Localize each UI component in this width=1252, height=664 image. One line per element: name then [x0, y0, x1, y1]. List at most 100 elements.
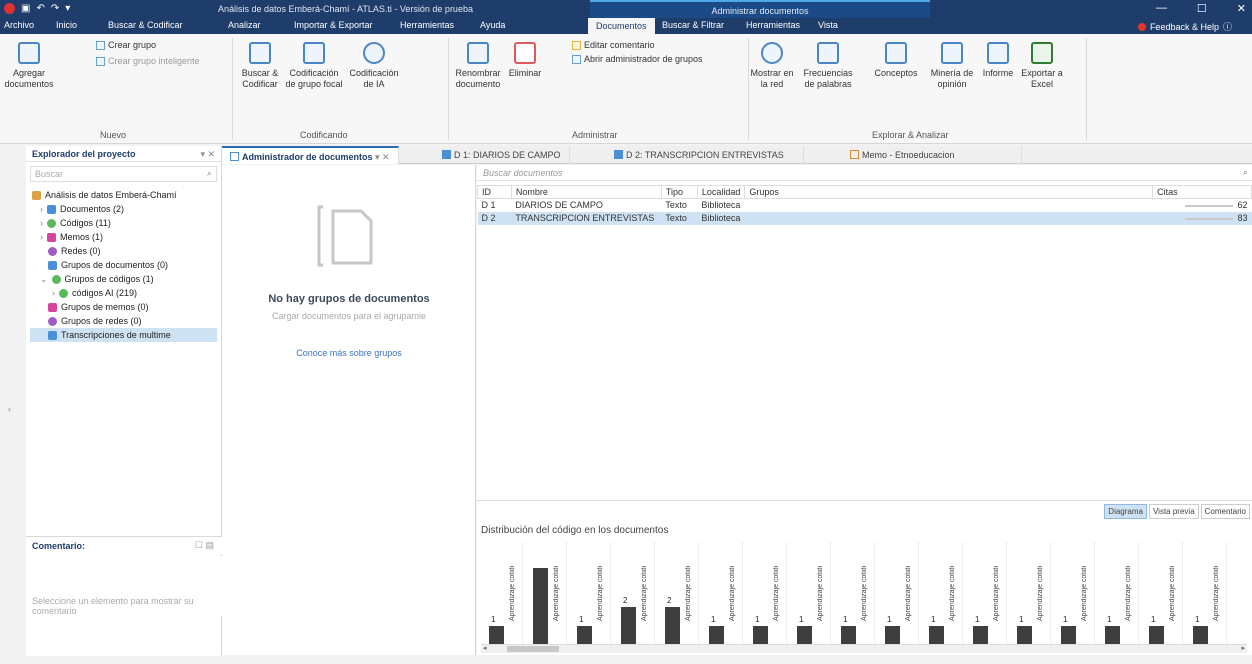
collapse-arrow-icon[interactable]: ‹ [8, 404, 11, 414]
tab-memo[interactable]: Memo - Etnoeducacion [842, 146, 1022, 164]
column-header-location[interactable]: Localidad [696, 185, 746, 199]
cell-id: D 2 [477, 211, 512, 225]
chart-bar[interactable] [621, 607, 636, 646]
chart-bar[interactable] [489, 626, 504, 646]
close-button[interactable]: ✕ [1237, 2, 1246, 15]
tree-node-documents[interactable]: › Documentos (2) [30, 202, 217, 216]
menu-documentos[interactable]: Documentos [588, 18, 655, 34]
menu-vista[interactable]: Vista [818, 20, 838, 30]
chart-bar[interactable] [1061, 626, 1076, 646]
create-group-button[interactable]: Crear grupo [96, 40, 156, 50]
chart-bar[interactable] [1193, 626, 1208, 646]
column-header-name[interactable]: Nombre [510, 185, 662, 199]
chart-scrollbar[interactable]: ◂ ▸ [481, 644, 1247, 653]
project-search-input[interactable]: Buscar ⌕ [30, 166, 217, 182]
focus-group-coding-button[interactable]: Codificación de grupo focal [284, 42, 344, 90]
chart-bar[interactable] [929, 626, 944, 646]
create-group-label: Crear grupo [108, 40, 157, 50]
ribbon-group-explorar: Explorar & Analizar [872, 130, 949, 140]
tree-node-project[interactable]: Análisis de datos Emberá-Chamí [30, 188, 217, 202]
chart-bar[interactable] [1105, 626, 1120, 646]
scroll-left-icon[interactable]: ◂ [483, 644, 487, 652]
edit-comment-button[interactable]: Editar comentario [572, 40, 655, 50]
create-smart-group-button[interactable]: Crear grupo inteligente [96, 56, 200, 66]
minimize-button[interactable]: — [1156, 2, 1167, 15]
show-network-button[interactable]: Mostrar en la red [750, 42, 794, 90]
scroll-right-icon[interactable]: ▸ [1241, 644, 1245, 652]
learn-groups-link[interactable]: Conoce más sobre grupos [222, 348, 476, 358]
table-row[interactable]: D 2 TRANSCRIPCION ENTREVISTAS Texto Bibl… [477, 211, 1252, 225]
column-header-type[interactable]: Tipo [660, 185, 698, 199]
open-group-admin-button[interactable]: Abrir administrador de grupos [572, 54, 703, 64]
chart-category-label: Aprendizaje cotidi [949, 565, 956, 621]
save-icon[interactable]: ▣ [21, 3, 30, 14]
word-frequencies-button[interactable]: Frecuencias de palabras [800, 42, 856, 90]
menu-ayuda[interactable]: Ayuda [480, 20, 505, 30]
undo-icon[interactable]: ↶ [36, 3, 44, 14]
chart-bar[interactable] [841, 626, 856, 646]
chart-bar[interactable] [533, 568, 548, 646]
chart-bar[interactable] [973, 626, 988, 646]
maximize-button[interactable]: ☐ [1197, 2, 1207, 15]
menu-importar-exportar[interactable]: Importar & Exportar [294, 20, 373, 30]
customize-icon[interactable]: ▾ [65, 3, 70, 14]
column-header-id[interactable]: ID [477, 185, 512, 199]
tab-close-icon[interactable]: ▾ ✕ [375, 152, 390, 162]
networks-icon [48, 246, 57, 256]
chart-bar[interactable] [1149, 626, 1164, 646]
column-header-quotes[interactable]: Citas [1152, 185, 1252, 199]
menu-herramientas-ctx[interactable]: Herramientas [746, 20, 800, 30]
concepts-button[interactable]: Conceptos [870, 42, 922, 79]
rename-document-button[interactable]: Renombrar documento [452, 42, 504, 90]
menu-analizar[interactable]: Analizar [228, 20, 261, 30]
chart-bar[interactable] [1017, 626, 1032, 646]
tree-node-memo-groups[interactable]: Grupos de memos (0) [30, 300, 217, 314]
tree-node-networks[interactable]: Redes (0) [30, 244, 217, 258]
tree-node-code-groups[interactable]: ⌄ Grupos de códigos (1) [30, 272, 217, 286]
ai-coding-button[interactable]: Codificación de IA [346, 42, 402, 90]
tree-node-memos[interactable]: › Memos (1) [30, 230, 217, 244]
document-search-input[interactable]: Buscar documentos ⌕ [477, 165, 1252, 181]
table-row[interactable]: D 1 DIARIOS DE CAMPO Texto Biblioteca 62 [478, 199, 1252, 212]
redo-icon[interactable]: ↷ [51, 3, 59, 14]
menu-herramientas[interactable]: Herramientas [400, 20, 454, 30]
help-icon[interactable]: ⓘ [1223, 20, 1232, 33]
view-tab-comment[interactable]: Comentario [1200, 504, 1250, 519]
chart-bar[interactable] [797, 626, 812, 646]
chart-bar[interactable] [665, 607, 680, 646]
documents-icon [47, 204, 56, 214]
view-tab-diagram[interactable]: Diagrama [1104, 504, 1147, 519]
delete-button[interactable]: Eliminar [506, 42, 544, 79]
close-panel-icon[interactable]: ▾ ✕ [200, 149, 215, 160]
menu-buscar-codificar[interactable]: Buscar & Codificar [108, 20, 183, 30]
feedback-icon [1137, 22, 1146, 31]
chart-bar[interactable] [885, 626, 900, 646]
search-code-button[interactable]: Buscar & Codificar [236, 42, 284, 90]
tab-d2[interactable]: D 2: TRANSCRIPCION ENTREVISTAS [606, 146, 804, 164]
tree-node-codes[interactable]: › Códigos (11) [30, 216, 217, 230]
tree-node-label: Códigos (11) [60, 218, 111, 228]
chart-category: 2 Aprendizaje cotidi [655, 543, 699, 648]
view-tab-preview[interactable]: Vista previa [1148, 504, 1199, 519]
tree-node-network-groups[interactable]: Grupos de redes (0) [30, 314, 217, 328]
chart-bar[interactable] [577, 626, 592, 646]
tree-node-ai-codes[interactable]: › códigos AI (219) [30, 286, 217, 300]
tree-node-multimedia-transcripts[interactable]: Transcripciones de multime [30, 328, 217, 342]
tree-node-document-groups[interactable]: Grupos de documentos (0) [30, 258, 217, 272]
comment-tools-icon[interactable]: ☐ ▤ [195, 540, 214, 551]
export-excel-button[interactable]: Exportar a Excel [1020, 42, 1064, 90]
menu-inicio[interactable]: Inicio [56, 20, 77, 30]
add-documents-button[interactable]: Agregar documentos [4, 42, 54, 90]
menu-archivo[interactable]: Archivo [4, 20, 34, 30]
report-button[interactable]: Informe [978, 42, 1018, 79]
column-header-groups[interactable]: Grupos [744, 185, 1154, 199]
feedback-help[interactable]: Feedback & Help ⓘ [1137, 20, 1232, 33]
tab-d1[interactable]: D 1: DIARIOS DE CAMPO [434, 146, 570, 164]
menu-buscar-filtrar[interactable]: Buscar & Filtrar [662, 20, 724, 30]
chart-bar[interactable] [709, 626, 724, 646]
opinion-mining-button[interactable]: Minería de opinión [926, 42, 978, 90]
delete-icon [514, 42, 536, 64]
tab-document-manager[interactable]: Administrador de documentos ▾ ✕ [222, 146, 399, 164]
chart-bar[interactable] [753, 626, 768, 646]
scrollbar-thumb[interactable] [507, 646, 559, 652]
